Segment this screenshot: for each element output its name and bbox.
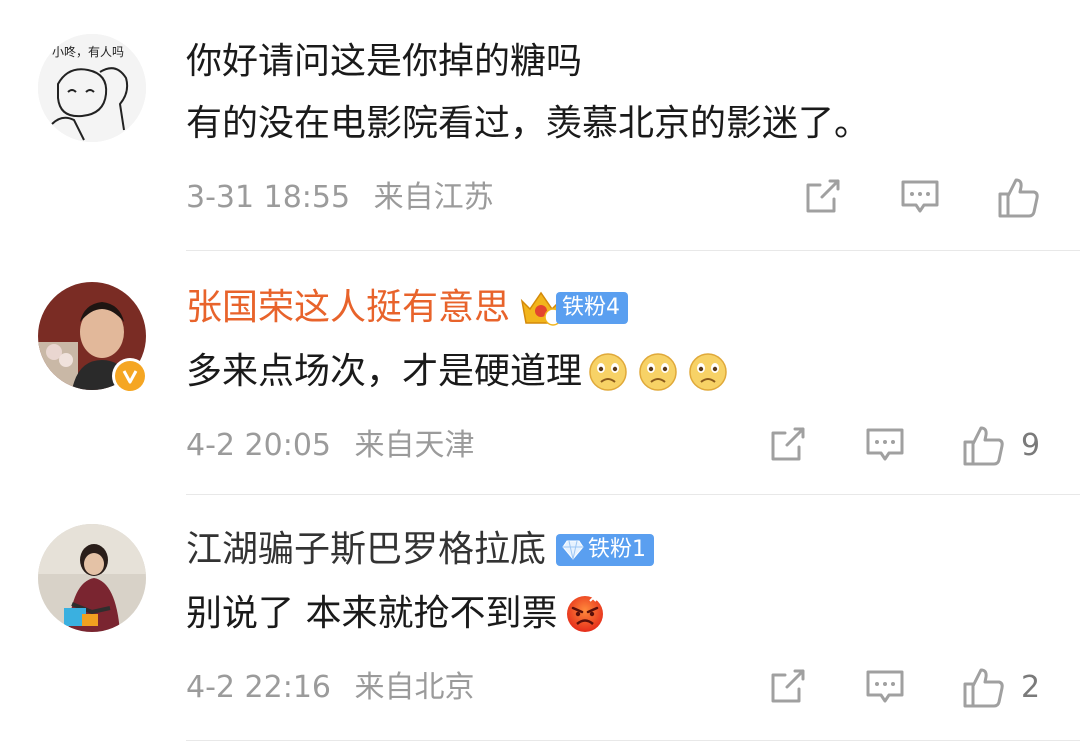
- comment-username[interactable]: 江湖骗子斯巴罗格拉底 铁粉1: [186, 528, 655, 572]
- comment-text: 别说了 本来就抢不到票: [186, 590, 605, 638]
- thumbs-up-icon: [963, 426, 1004, 466]
- sad-face-emoji: [688, 352, 728, 392]
- angry-face-emoji: [565, 594, 605, 634]
- thumbs-up-icon: [998, 178, 1039, 218]
- reply-button[interactable]: [898, 175, 942, 219]
- avatar[interactable]: [38, 524, 146, 632]
- sad-face-emoji: [588, 352, 628, 392]
- diamond-icon: [562, 540, 584, 560]
- share-icon: [771, 669, 805, 703]
- divider: [186, 494, 1080, 495]
- like-button[interactable]: 2: [961, 664, 1040, 710]
- comment-time: 3-31 18:55: [186, 180, 351, 215]
- share-button[interactable]: [800, 175, 844, 219]
- comment-text: 有的没在电影院看过，羡慕北京的影迷了。: [186, 100, 870, 148]
- share-button[interactable]: [765, 423, 809, 467]
- like-count: 9: [1021, 427, 1041, 463]
- share-icon: [806, 179, 840, 213]
- comment-text-line: 有的没在电影院看过，羡慕北京的影迷了。: [186, 103, 871, 144]
- comment-text-line: 多来点场次，才是硬道理: [186, 351, 583, 392]
- comment-icon: [866, 670, 904, 703]
- username-text[interactable]: 江湖骗子斯巴罗格拉底: [186, 528, 546, 572]
- verified-badge: [112, 358, 148, 394]
- comment-location: 来自江苏: [373, 180, 494, 215]
- fan-badge-label: 铁粉1: [588, 537, 647, 562]
- reply-button[interactable]: [863, 423, 907, 467]
- fan-badge[interactable]: 铁粉4: [520, 289, 629, 327]
- comment-actions: [800, 174, 1056, 220]
- avatar-caption: 小咚，有人吗: [52, 44, 124, 59]
- like-button[interactable]: [996, 174, 1056, 220]
- comment-meta: 3-31 18:55 来自江苏: [186, 178, 494, 218]
- comment-text-line: 你好请问这是你掉的糖吗: [186, 41, 583, 82]
- avatar-photo-image: [38, 524, 146, 632]
- comment-time: 4-2 20:05: [186, 428, 331, 463]
- like-count: 2: [1021, 669, 1041, 705]
- comment-location: 来自天津: [354, 428, 475, 463]
- like-button[interactable]: 9: [961, 422, 1040, 468]
- comment-actions: 2: [765, 664, 1040, 710]
- comment-icon: [901, 180, 939, 213]
- comment-meta: 4-2 20:05 来自天津: [186, 426, 475, 466]
- comment-time: 4-2 22:16: [186, 670, 331, 705]
- fan-badge-label: 铁粉4: [562, 295, 621, 320]
- share-button[interactable]: [765, 665, 809, 709]
- comment-icon: [866, 428, 904, 461]
- comment-text: 多来点场次，才是硬道理: [186, 348, 728, 396]
- comment-username[interactable]: 张国荣这人挺有意思 铁粉4: [186, 286, 629, 330]
- avatar[interactable]: 小咚，有人吗: [38, 34, 146, 142]
- reply-button[interactable]: [863, 665, 907, 709]
- avatar-sketch-image: 小咚，有人吗: [38, 34, 146, 142]
- comment-text: 你好请问这是你掉的糖吗: [186, 38, 582, 86]
- comment-meta: 4-2 22:16 来自北京: [186, 668, 475, 708]
- divider: [186, 740, 1080, 741]
- sad-face-emoji: [638, 352, 678, 392]
- comment-location: 来自北京: [354, 670, 475, 705]
- share-icon: [771, 427, 805, 461]
- verified-icon: [122, 370, 138, 384]
- username-text[interactable]: 张国荣这人挺有意思: [186, 286, 510, 330]
- comment-text-line: 别说了 本来就抢不到票: [186, 593, 558, 634]
- fan-badge[interactable]: 铁粉1: [556, 534, 655, 566]
- comment-actions: 9: [765, 422, 1040, 468]
- thumbs-up-icon: [963, 668, 1004, 708]
- divider: [186, 250, 1080, 251]
